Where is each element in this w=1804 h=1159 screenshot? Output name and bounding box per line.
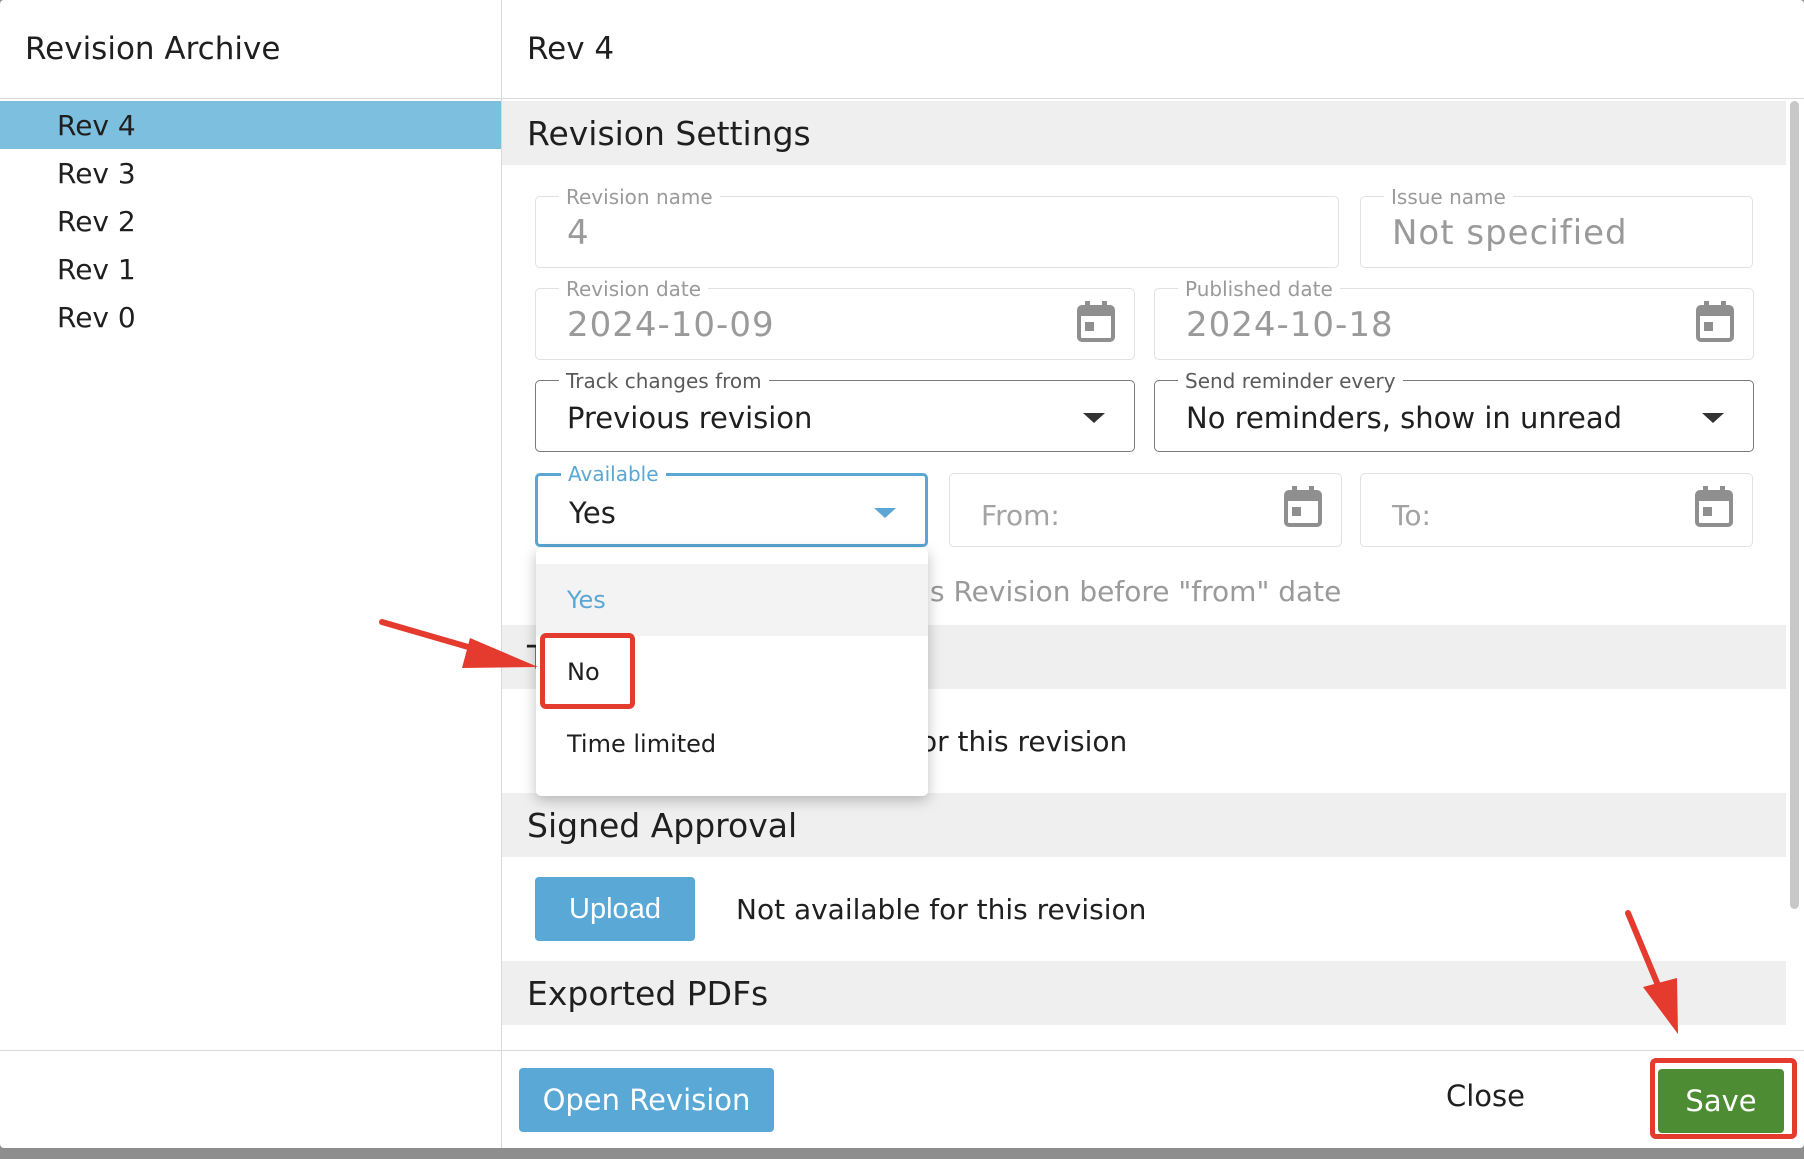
issue-name-label: Issue name (1384, 185, 1513, 209)
to-date-field[interactable]: To: (1360, 473, 1753, 547)
send-reminder-select[interactable]: Send reminder every No reminders, show i… (1154, 369, 1754, 452)
upload-button[interactable]: Upload (535, 877, 695, 941)
scrollbar[interactable] (1786, 101, 1802, 909)
revision-item-rev-2[interactable]: Rev 2 (0, 197, 501, 245)
chevron-down-icon[interactable] (874, 508, 896, 518)
chevron-down-icon[interactable] (1702, 413, 1724, 423)
from-date-placeholder: From: (981, 499, 1060, 532)
revision-date-field[interactable]: Revision date 2024-10-09 (535, 277, 1135, 360)
availability-helper-text: s Revision before "from" date (930, 575, 1342, 608)
sidebar-title: Revision Archive (0, 0, 501, 99)
from-date-field[interactable]: From: (949, 473, 1342, 547)
revision-sidebar: Revision Archive Rev 4 Rev 3 Rev 2 Rev 1… (0, 0, 502, 1148)
open-revision-button[interactable]: Open Revision (519, 1068, 774, 1132)
revision-settings-heading: Revision Settings (502, 101, 1786, 165)
published-date-label: Published date (1178, 277, 1340, 301)
revision-name-label: Revision name (559, 185, 720, 209)
available-select[interactable]: Available Yes (535, 462, 928, 547)
revision-date-label: Revision date (559, 277, 709, 301)
calendar-icon[interactable] (1076, 301, 1116, 343)
revision-item-rev-0[interactable]: Rev 0 (0, 293, 501, 341)
revision-item-rev-3[interactable]: Rev 3 (0, 149, 501, 197)
sidebar-footer (0, 1050, 502, 1148)
revision-item-rev-1[interactable]: Rev 1 (0, 245, 501, 293)
highlight-box-no (540, 633, 635, 709)
track-changes-label: Track changes from (559, 369, 769, 393)
calendar-icon[interactable] (1283, 486, 1323, 528)
dialog-footer: Open Revision Close Save (502, 1050, 1804, 1148)
menu-item-yes[interactable]: Yes (536, 564, 928, 636)
signed-approval-row: Upload Not available for this revision (502, 857, 1786, 961)
published-date-value: 2024-10-18 (1186, 305, 1394, 345)
to-date-placeholder: To: (1392, 499, 1431, 532)
signed-approval-heading: Signed Approval (502, 793, 1786, 857)
revision-name-field[interactable]: Revision name 4 (535, 185, 1339, 268)
menu-item-time-limited[interactable]: Time limited (536, 708, 928, 780)
hidden-section-status: or this revision (920, 724, 1128, 758)
exported-pdfs-heading: Exported PDFs (502, 961, 1786, 1025)
send-reminder-label: Send reminder every (1178, 369, 1403, 393)
revision-date-value: 2024-10-09 (567, 305, 775, 345)
available-label: Available (561, 462, 666, 486)
track-changes-value: Previous revision (567, 401, 813, 435)
revision-item-rev-4[interactable]: Rev 4 (0, 101, 501, 149)
published-date-field[interactable]: Published date 2024-10-18 (1154, 277, 1754, 360)
highlight-box-save (1650, 1058, 1797, 1139)
close-button[interactable]: Close (1446, 1079, 1525, 1113)
revision-name-value: 4 (567, 213, 590, 253)
calendar-icon[interactable] (1695, 301, 1735, 343)
signed-approval-status: Not available for this revision (736, 892, 1147, 926)
issue-name-field[interactable]: Issue name Not specified (1360, 185, 1753, 268)
calendar-icon[interactable] (1694, 486, 1734, 528)
track-changes-select[interactable]: Track changes from Previous revision (535, 369, 1135, 452)
revision-list: Rev 4 Rev 3 Rev 2 Rev 1 Rev 0 (0, 99, 501, 341)
chevron-down-icon[interactable] (1083, 413, 1105, 423)
available-value: Yes (569, 496, 616, 530)
send-reminder-value: No reminders, show in unread (1186, 401, 1623, 435)
issue-name-value: Not specified (1392, 213, 1628, 253)
page-title: Rev 4 (502, 0, 1804, 99)
scrollbar-thumb[interactable] (1790, 101, 1799, 909)
